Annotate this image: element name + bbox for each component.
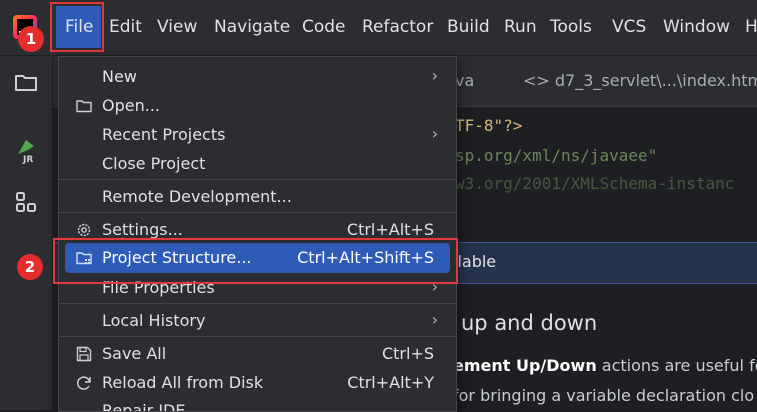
menu-item-label: Recent Projects	[102, 125, 226, 144]
menu-tools[interactable]: Tools	[550, 16, 592, 38]
file-dropdown-menu: New › Open... Recent Projects › Close Pr…	[58, 56, 457, 412]
menu-item-reload-all[interactable]: Reload All from Disk Ctrl+Alt+Y	[59, 369, 456, 397]
menu-item-label: New	[102, 67, 137, 86]
menu-separator	[59, 336, 456, 337]
menu-item-label: Remote Development...	[102, 187, 292, 206]
menu-item-label: Open...	[102, 96, 160, 115]
reload-icon	[76, 376, 91, 390]
menu-item-label: Close Project	[102, 154, 206, 173]
step-badge-1: 1	[18, 26, 44, 52]
menu-item-label: Reload All from Disk	[102, 373, 264, 392]
tip-line-1: ement Up/Down actions are useful fo	[453, 356, 757, 375]
notification-text: ilable	[453, 252, 497, 271]
menu-item-local-history[interactable]: Local History ›	[59, 307, 456, 335]
tip-line-1-bold: ement Up/Down	[453, 356, 597, 375]
menu-separator	[59, 179, 456, 180]
menu-item-shortcut: Ctrl+S	[381, 344, 434, 363]
tip-title: up and down	[461, 311, 598, 335]
menu-run[interactable]: Run	[504, 16, 537, 38]
menu-window[interactable]: Window	[663, 16, 730, 38]
gear-icon	[77, 223, 91, 237]
structure-icon[interactable]	[12, 188, 40, 216]
code-line-3: w3.org/2001/XMLSchema-instanc	[455, 174, 735, 193]
menu-navigate[interactable]: Navigate	[214, 16, 290, 38]
svg-text:JR: JR	[22, 155, 33, 164]
menu-item-recent-projects[interactable]: Recent Projects ›	[59, 121, 456, 149]
tip-line-1-rest: actions are useful fo	[596, 356, 757, 375]
tip-line-2: for bringing a variable declaration clo	[453, 386, 755, 405]
menu-item-shortcut: Ctrl+Alt+S	[346, 220, 434, 239]
editor-tab-java[interactable]: va	[455, 71, 474, 90]
project-structure-highlight-box	[53, 238, 458, 284]
menu-help[interactable]: H	[745, 16, 757, 38]
editor-tab-index-html[interactable]: <> d7_3_servlet\...\index.htm	[523, 71, 757, 90]
folder-icon	[76, 100, 92, 113]
jrebel-icon[interactable]: JR	[12, 136, 40, 164]
menu-item-label: Settings...	[102, 220, 183, 239]
menu-refactor[interactable]: Refactor	[362, 16, 433, 38]
main-menubar: File Edit View Navigate Code Refactor Bu…	[0, 0, 757, 56]
menu-separator	[59, 212, 456, 213]
code-line-2: sp.org/xml/ns/javaee"	[455, 146, 658, 165]
submenu-arrow-icon: ›	[431, 66, 438, 85]
menu-view[interactable]: View	[157, 16, 197, 38]
save-icon	[76, 346, 92, 362]
menu-vcs[interactable]: VCS	[612, 16, 646, 38]
menu-separator	[59, 303, 456, 304]
submenu-arrow-icon: ›	[431, 310, 438, 329]
submenu-arrow-icon: ›	[431, 124, 438, 143]
project-folder-icon[interactable]	[12, 68, 40, 96]
file-menu-highlight-box	[50, 2, 104, 52]
menu-edit[interactable]: Edit	[109, 16, 142, 38]
menu-item-shortcut: Ctrl+Alt+Y	[347, 373, 434, 392]
tool-sidebar: JR 2	[0, 56, 53, 410]
menu-item-close-project[interactable]: Close Project	[59, 150, 456, 178]
menu-item-repair-ide[interactable]: Repair IDE	[59, 397, 456, 411]
step-badge-2: 2	[17, 254, 43, 280]
menu-build[interactable]: Build	[447, 16, 490, 38]
menu-item-remote-development[interactable]: Remote Development...	[59, 183, 456, 211]
menu-item-open[interactable]: Open...	[59, 92, 456, 120]
code-line-1: TF-8"?>	[455, 116, 523, 135]
menu-item-save-all[interactable]: Save All Ctrl+S	[59, 340, 456, 368]
menu-item-label: Local History	[102, 311, 206, 330]
menu-item-new[interactable]: New ›	[59, 63, 456, 91]
menu-item-label: Save All	[102, 344, 167, 363]
menu-code[interactable]: Code	[302, 16, 346, 38]
